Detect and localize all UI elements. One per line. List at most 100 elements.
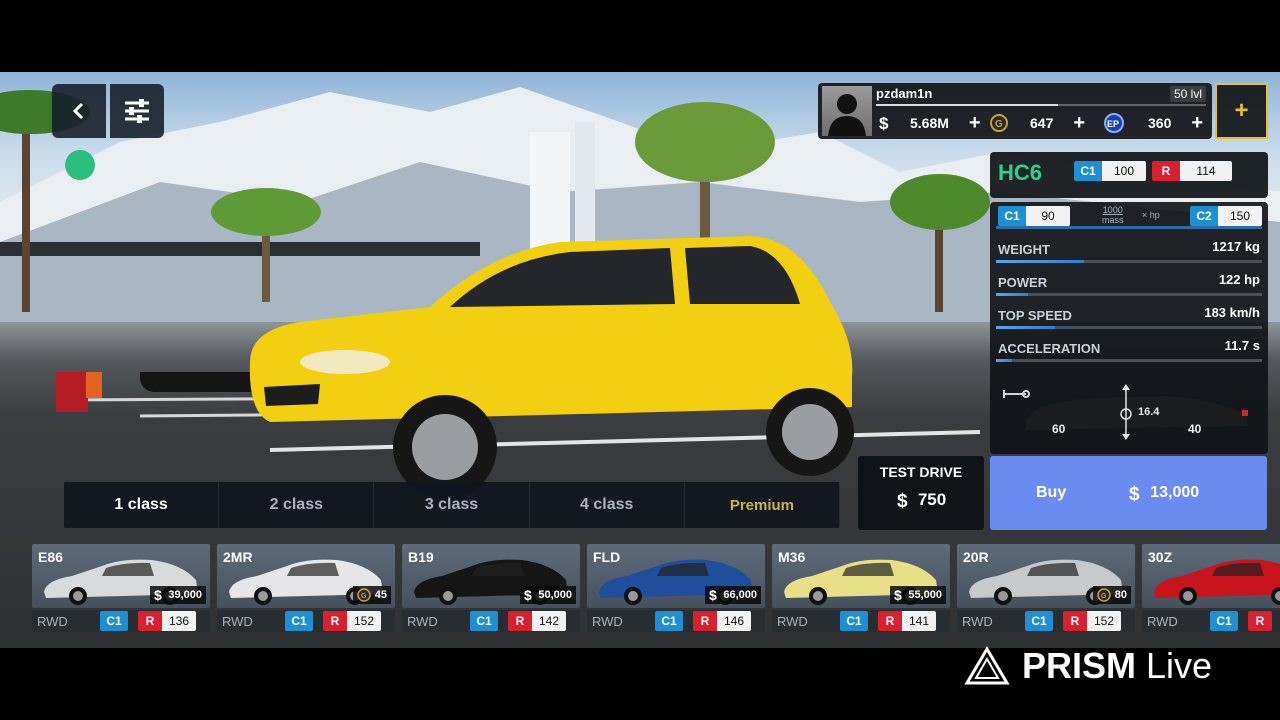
drivetrain: RWD [777,614,808,629]
car-stats-panel: C1 90 1000 mass × hp C2 150 WEIGHT 1217 … [990,202,1268,454]
car-card[interactable]: 20R G 80 RWD C1 R 152 [957,544,1135,632]
rating-label: R [138,611,162,631]
drivetrain: RWD [1147,614,1178,629]
rating-value: 114 [1180,161,1232,181]
tab-premium[interactable]: Premium [685,482,841,528]
rating-badge: R 141 [878,611,936,631]
tab-class-2[interactable]: 2 class [219,482,375,528]
tab-class-1[interactable]: 1 class [64,482,220,528]
car-card-name: M36 [778,549,806,565]
shop-add-button[interactable]: + [1215,83,1268,139]
car-card-price: G 80 [1092,586,1131,604]
drivetrain: RWD [222,614,253,629]
gold-value: 647 [1030,115,1054,131]
car-card-name: FLD [593,549,621,565]
rating-value: 152 [1087,611,1121,631]
xp-bar [876,104,1206,106]
drivetrain: RWD [37,614,68,629]
car-card-footer: RWD C1 R [1142,610,1280,632]
rating-label: R [1152,161,1180,181]
dollar-icon: $ [709,588,717,602]
back-button[interactable] [52,84,106,138]
svg-text:$: $ [524,588,532,602]
stat-value: 122 hp [1218,272,1260,287]
buy-label: Buy [1036,484,1067,501]
test-drive-button[interactable]: TEST DRIVE $ 750 [858,456,984,530]
car-card[interactable]: B19 $50,000 RWD C1 R 142 [402,544,580,632]
gold-coin-icon: G [357,588,371,602]
weight-distribution: 60 16.4 40 [996,380,1262,448]
car-card[interactable]: FLD $66,000 RWD C1 R 146 [587,544,765,632]
tab-class-3[interactable]: 3 class [374,482,530,528]
dollar-icon: $ [897,491,908,510]
stat-value: 183 km/h [1204,305,1260,320]
add-ep-button[interactable]: + [1191,112,1203,135]
test-drive-price: $ 750 [858,490,984,510]
stat-value: 1217 kg [1212,239,1260,254]
stat-label: WEIGHT [998,242,1050,257]
stat-track [996,260,1262,263]
car-card-name: 20R [963,549,989,565]
range-min-badge: C1 90 [998,206,1070,226]
rating-badge: R 152 [1063,611,1121,631]
buy-button[interactable]: Buy $ 13,000 [990,456,1267,530]
cash-counter: $ 5.68M + [878,111,981,135]
stat-label: TOP SPEED [998,308,1072,323]
car-thumbnail: E86 $39,000 [32,544,210,608]
car-card[interactable]: 2MR G 45 RWD C1 R 152 [217,544,395,632]
svg-text:G: G [1101,593,1107,600]
rating-value: 152 [347,611,381,631]
car-card[interactable]: E86 $39,000 RWD C1 R 136 [32,544,210,632]
watermark-brand: PRISM [1022,645,1137,686]
add-gold-button[interactable]: + [1073,112,1085,135]
rating-badge: R 114 [1152,161,1232,181]
class-label: C1 [1074,161,1102,181]
car-card-footer: RWD C1 R 142 [402,610,580,632]
car-card-price-value: 50,000 [538,589,572,601]
range-max-badge: C2 150 [1190,206,1262,226]
class-range-bar [996,226,1262,229]
class-badge: C1 [655,611,683,631]
ratio-unit-text: hp [1149,210,1160,220]
drivetrain: RWD [592,614,623,629]
car-card-footer: RWD C1 R 141 [772,610,950,632]
rating-label: R [508,611,532,631]
car-thumbnail: 20R G 80 [957,544,1135,608]
car-model-name: HC6 [998,160,1043,185]
test-drive-price-value: 750 [917,490,947,509]
stat-weight: WEIGHT 1217 kg [996,234,1262,264]
car-card[interactable]: M36 $55,000 RWD C1 R 141 [772,544,950,632]
add-cash-button[interactable]: + [969,112,981,135]
rating-label: R [693,611,717,631]
class-label: C1 [285,611,313,631]
avatar[interactable] [822,86,872,136]
ep-token-icon: EP [1104,113,1124,133]
car-profile-icon [1003,384,1248,440]
stat-track [996,293,1262,296]
watermark-suffix: Live [1146,645,1213,686]
tab-class-4[interactable]: 4 class [530,482,685,528]
tuning-button[interactable] [110,84,164,138]
car-thumbnail: 30Z [1142,544,1280,608]
ratio-bottom: mass [1102,215,1124,225]
rating-value: 136 [162,611,196,631]
car-card-price: G 45 [352,586,391,604]
stat-acceleration: ACCELERATION 11.7 s [996,333,1262,363]
car-thumbnail: B19 $50,000 [402,544,580,608]
dollar-icon: $ [894,588,902,602]
ep-counter: EP 360 + [1104,111,1203,135]
class-badge: C1 [285,611,313,631]
notification-dot[interactable] [65,150,95,180]
class-badge: C1 100 [1074,161,1146,181]
car-card-price-value: 45 [374,589,387,601]
svg-text:$: $ [879,114,889,132]
car-card-price: $55,000 [890,586,946,604]
ratio-top: 1000 [1102,205,1123,215]
car-card-price-value: 55,000 [908,589,942,601]
xp-fill [876,104,1058,106]
player-silhouette-icon [828,94,866,136]
gold-coin-icon: G [990,114,1008,132]
car-card[interactable]: 30Z RWD C1 R [1142,544,1280,632]
car-card-price: $66,000 [705,586,761,604]
rating-badge: R [1248,611,1272,631]
